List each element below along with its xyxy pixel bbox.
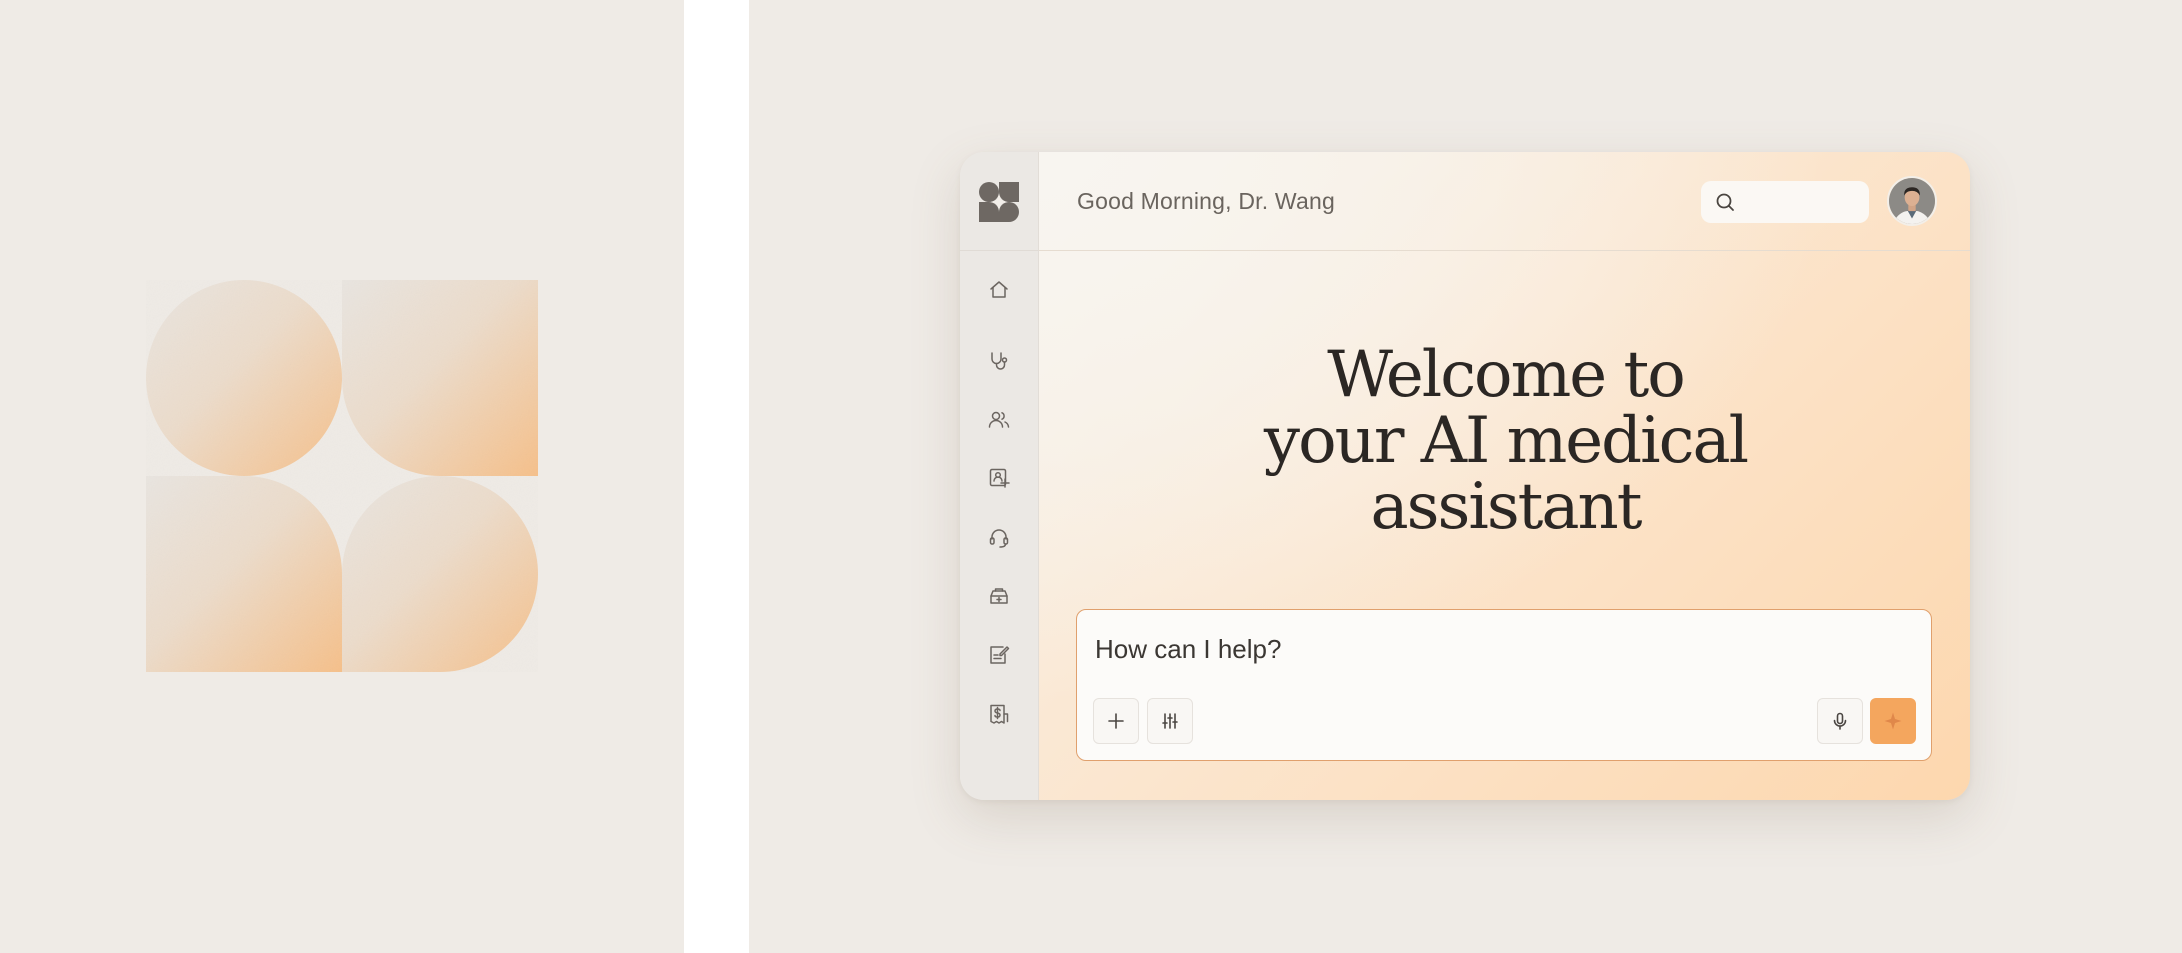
header-divider — [1039, 250, 1970, 251]
microphone-icon — [1833, 712, 1847, 730]
users-icon[interactable] — [985, 406, 1013, 434]
billing-icon[interactable] — [985, 700, 1013, 728]
brand-logo-icon — [146, 280, 538, 672]
brand-panel — [0, 0, 684, 953]
add-attachment-button[interactable] — [1093, 698, 1139, 744]
welcome-heading-line: Welcome to — [1327, 338, 1685, 412]
stethoscope-icon[interactable] — [985, 347, 1013, 375]
plus-icon — [1108, 713, 1124, 729]
voice-input-button[interactable] — [1817, 698, 1863, 744]
user-avatar[interactable] — [1887, 176, 1937, 226]
sparkle-icon — [1884, 712, 1902, 730]
panel-divider — [684, 0, 749, 953]
welcome-heading-line: your AI medical — [1263, 404, 1749, 478]
headset-icon[interactable] — [985, 524, 1013, 552]
edit-note-icon[interactable] — [985, 641, 1013, 669]
search-icon — [1716, 193, 1734, 211]
main-area: Good Morning, Dr. Wang Welcome to your A… — [1039, 152, 1970, 800]
prompt-input[interactable] — [1093, 630, 1897, 668]
search-input[interactable] — [1741, 181, 1865, 225]
sidebar — [960, 152, 1039, 800]
prompt-composer — [1076, 609, 1932, 761]
home-icon[interactable] — [985, 276, 1013, 304]
medical-kit-icon[interactable] — [985, 582, 1013, 610]
sliders-icon — [1162, 713, 1178, 729]
greeting-text: Good Morning, Dr. Wang — [1077, 188, 1335, 214]
welcome-heading-line: assistant — [1370, 470, 1643, 544]
welcome-heading: Welcome to your AI medical assistant — [1189, 342, 1822, 540]
id-card-icon[interactable] — [985, 464, 1013, 492]
sparkle-logo-icon[interactable] — [979, 182, 1019, 222]
search-field[interactable] — [1701, 181, 1869, 225]
sidebar-divider — [960, 250, 1038, 251]
app-window: Good Morning, Dr. Wang Welcome to your A… — [960, 152, 1970, 800]
submit-button[interactable] — [1870, 698, 1916, 744]
settings-button[interactable] — [1147, 698, 1193, 744]
